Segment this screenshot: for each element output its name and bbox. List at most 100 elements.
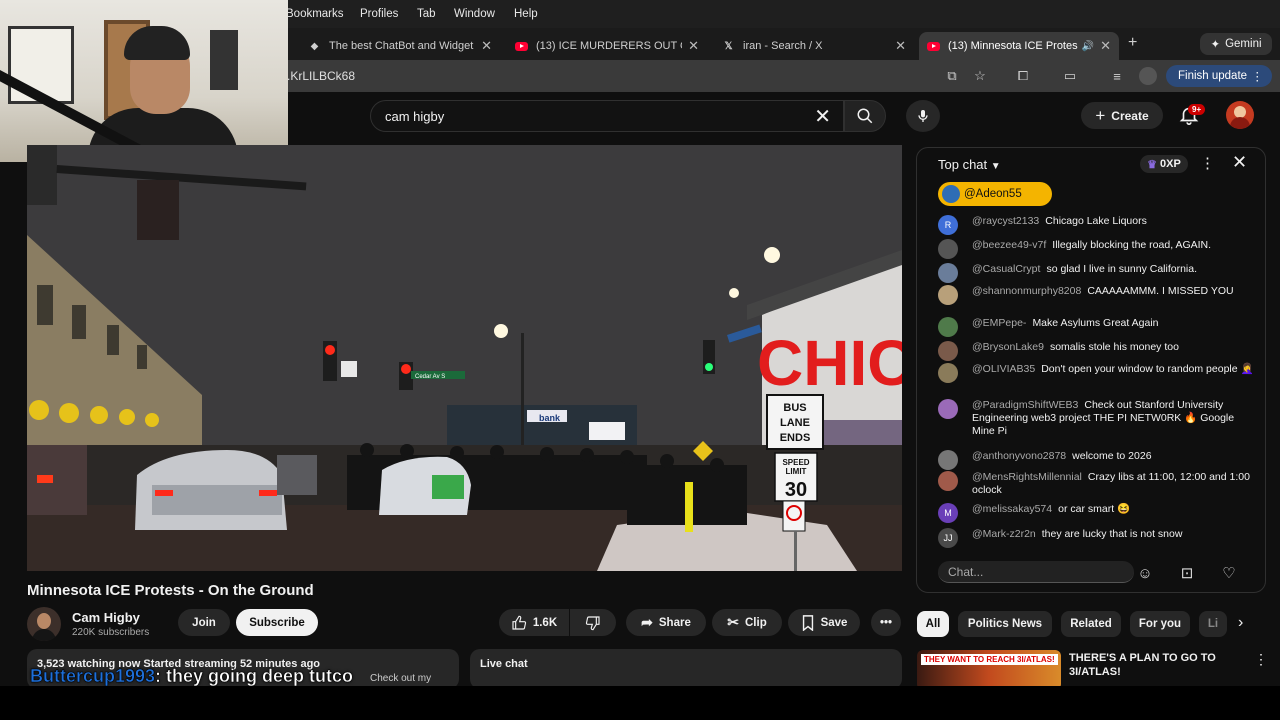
chat-username[interactable]: @raycyst2133 <box>972 215 1039 227</box>
chip-for-you[interactable]: For you <box>1130 611 1190 637</box>
extensions-icon[interactable]: ⧠ <box>1014 67 1032 85</box>
voice-search-button[interactable] <box>906 100 940 132</box>
media-icon[interactable]: ≡ <box>1108 67 1126 85</box>
close-icon[interactable]: ✕ <box>688 38 699 54</box>
channel-avatar[interactable] <box>27 607 61 641</box>
avatar[interactable] <box>938 317 958 337</box>
chat-username[interactable]: @BrysonLake9 <box>972 341 1044 353</box>
chevron-right-icon[interactable]: › <box>1238 614 1243 632</box>
related-video-title[interactable]: THERE'S A PLAN TO GO TO 3I/ATLAS! <box>1069 651 1239 679</box>
streamer-beanie <box>124 26 190 60</box>
close-icon[interactable]: ✕ <box>895 38 906 54</box>
speaker-icon[interactable]: 🔊 <box>1082 41 1094 52</box>
chat-message-body: @EMPepe- Make Asylums Great Again <box>972 317 1258 330</box>
tab-search-icon[interactable]: ▭ <box>1061 67 1079 85</box>
chat-message[interactable]: @MensRightsMillennial Crazy libs at 11:00… <box>938 471 1258 497</box>
star-icon[interactable]: ☆ <box>971 67 989 85</box>
emoji-icon[interactable]: ☺ <box>1134 562 1156 584</box>
live-chat-replay-box[interactable] <box>470 649 902 689</box>
like-button[interactable]: 1.6K <box>499 609 569 636</box>
chat-username[interactable]: @CasualCrypt <box>972 263 1040 275</box>
avatar[interactable] <box>938 263 958 283</box>
close-icon[interactable]: ✕ <box>1232 152 1247 173</box>
pinned-user-chip[interactable]: @Adeon55 <box>938 182 1052 206</box>
create-button[interactable]: + Create <box>1081 102 1163 129</box>
clip-button[interactable]: ✂ Clip <box>712 609 782 636</box>
chat-message[interactable]: @shannonmurphy8208 CAAAAAMMM. I MISSED YO… <box>938 285 1258 305</box>
avatar[interactable] <box>938 239 958 259</box>
chat-input[interactable]: Chat... <box>938 561 1134 583</box>
close-icon[interactable]: ✕ <box>481 38 492 54</box>
menu-profiles[interactable]: Profiles <box>360 8 398 20</box>
chat-message[interactable]: @CasualCrypt so glad I live in sunny Cali… <box>938 263 1258 283</box>
tab-minnesota-ice[interactable]: (13) Minnesota ICE Protes 🔊 ✕ <box>919 32 1119 60</box>
avatar[interactable] <box>938 363 958 383</box>
chat-message[interactable]: R @raycyst2133 Chicago Lake Liquors <box>938 215 1258 235</box>
avatar[interactable] <box>938 471 958 491</box>
account-avatar[interactable] <box>1226 101 1254 129</box>
url-text[interactable]: .KrLILBCk68 <box>287 69 355 83</box>
chat-message[interactable]: @BrysonLake9 somalis stole his money too <box>938 341 1258 361</box>
search-button[interactable] <box>844 100 886 132</box>
channel-name[interactable]: Cam Higby <box>72 610 140 625</box>
tab-chatbot[interactable]: ◆ The best ChatBot and Widget ✕ <box>300 32 500 60</box>
chat-username[interactable]: @EMPepe- <box>972 317 1026 329</box>
more-actions-button[interactable]: ••• <box>871 609 901 636</box>
chip-all[interactable]: All <box>917 611 949 637</box>
chat-username[interactable]: @OLIVIAB35 <box>972 363 1035 375</box>
thumbs-down-icon <box>585 615 600 630</box>
chat-username[interactable]: @anthonyvono2878 <box>972 450 1066 462</box>
tab-ice-murderers[interactable]: (13) ICE MURDERERS OUT O ✕ <box>507 32 707 60</box>
chat-message[interactable]: @beezee49-v7f Illegally blocking the road… <box>938 239 1258 259</box>
share-button[interactable]: ➦ Share <box>626 609 706 636</box>
dislike-button[interactable] <box>570 609 616 636</box>
avatar[interactable]: M <box>938 503 958 523</box>
chat-mode-dropdown[interactable]: Top chat ▼ <box>938 157 1001 172</box>
chat-username[interactable]: @shannonmurphy8208 <box>972 285 1081 297</box>
cast-icon[interactable]: ⧉ <box>943 67 961 85</box>
clear-search-icon[interactable]: ✕ <box>814 104 831 129</box>
profile-icon[interactable] <box>1139 67 1157 85</box>
chat-message[interactable]: @ParadigmShiftWEB3 Check out Stanford Uni… <box>938 399 1258 438</box>
chat-username[interactable]: @melissakay574 <box>972 503 1052 515</box>
related-video-thumbnail[interactable]: THEY WANT TO REACH 3I/ATLAS! <box>917 650 1061 690</box>
avatar[interactable] <box>938 450 958 470</box>
chat-username[interactable]: @beezee49-v7f <box>972 239 1046 251</box>
menu-window[interactable]: Window <box>454 8 495 20</box>
avatar[interactable]: JJ <box>938 528 958 548</box>
finish-update-button[interactable]: Finish update ⋮ <box>1166 65 1272 87</box>
avatar[interactable]: R <box>938 215 958 235</box>
save-button[interactable]: Save <box>788 609 860 636</box>
menu-bookmarks[interactable]: Bookmarks <box>286 8 344 20</box>
menu-help[interactable]: Help <box>514 8 538 20</box>
gemini-button[interactable]: ✦ Gemini <box>1200 33 1272 55</box>
chip-related[interactable]: Related <box>1061 611 1121 637</box>
chip-politics-news[interactable]: Politics News <box>958 611 1052 637</box>
chip-live[interactable]: Li <box>1199 611 1227 637</box>
heart-icon[interactable]: ♡ <box>1218 562 1240 584</box>
avatar[interactable] <box>938 399 958 419</box>
search-input[interactable]: cam higby ✕ <box>370 100 844 132</box>
chat-message[interactable]: M @melissakay574 or car smart 😆 <box>938 503 1258 523</box>
more-vert-icon[interactable]: ⋮ <box>1254 651 1268 668</box>
chat-more-icon[interactable]: ⋮ <box>1200 154 1215 172</box>
join-button[interactable]: Join <box>178 609 230 636</box>
subscribe-button[interactable]: Subscribe <box>236 609 318 636</box>
tab-x-search[interactable]: 𝕏 iran - Search / X ✕ <box>714 32 914 60</box>
chat-username[interactable]: @MensRightsMillennial <box>972 471 1082 483</box>
menu-tab[interactable]: Tab <box>417 8 436 20</box>
new-tab-button[interactable]: + <box>1128 34 1137 52</box>
chat-message[interactable]: @anthonyvono2878 welcome to 2026 <box>938 450 1258 470</box>
super-chat-icon[interactable]: ⊡ <box>1176 562 1198 584</box>
chat-message[interactable]: @EMPepe- Make Asylums Great Again <box>938 317 1258 337</box>
chat-username[interactable]: @Mark-z2r2n <box>972 528 1036 540</box>
chat-message[interactable]: JJ @Mark-z2r2n they are lucky that is not … <box>938 528 1258 548</box>
avatar[interactable] <box>938 341 958 361</box>
chat-username[interactable]: @ParadigmShiftWEB3 <box>972 399 1078 411</box>
xp-badge[interactable]: ♛ 0XP <box>1140 155 1188 173</box>
chip-label: For you <box>1138 618 1182 630</box>
close-icon[interactable]: ✕ <box>1100 38 1111 54</box>
video-player[interactable]: CHIC bank Cedar Av S BUS LANE ENDS SPEED… <box>27 145 902 571</box>
chat-message[interactable]: @OLIVIAB35 Don't open your window to rand… <box>938 363 1258 383</box>
avatar[interactable] <box>938 285 958 305</box>
